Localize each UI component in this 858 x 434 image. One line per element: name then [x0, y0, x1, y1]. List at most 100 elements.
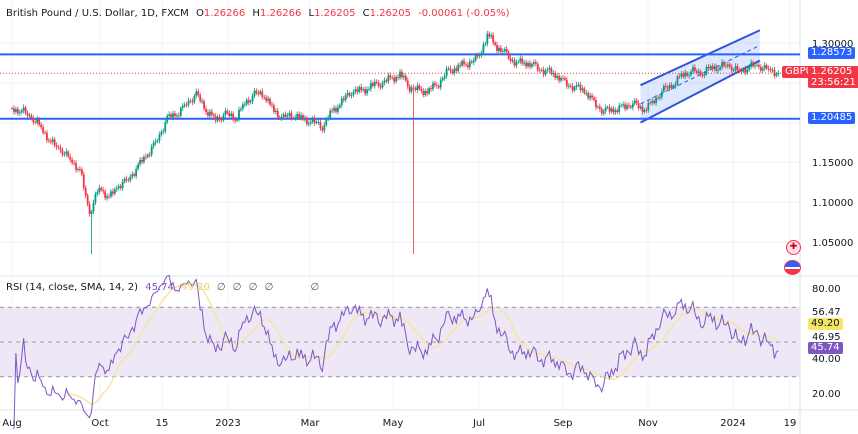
candle-body — [424, 90, 427, 95]
candle-body — [247, 99, 250, 103]
candle-body — [305, 118, 308, 125]
candle-body — [218, 116, 221, 120]
candle-body — [271, 104, 273, 106]
high-number: 1.26266 — [259, 8, 302, 19]
candle-body — [467, 64, 469, 68]
candle-body — [317, 122, 320, 123]
candle-body — [614, 110, 617, 113]
candle-body — [688, 74, 690, 76]
candle-body — [680, 73, 683, 77]
candle-body — [550, 68, 553, 75]
rsi-axis-label: 56.47 — [812, 307, 841, 318]
candle-body — [329, 110, 332, 119]
candle-body — [222, 114, 225, 121]
candle-body — [79, 169, 81, 170]
candle-body — [241, 104, 244, 109]
rsi-title[interactable]: RSI (14, close, SMA, 14, 2) — [6, 282, 138, 293]
candle-body — [360, 86, 363, 91]
candle-body — [177, 115, 180, 117]
candle-body — [647, 102, 650, 111]
candle-body — [214, 116, 217, 121]
candle-body — [482, 44, 485, 53]
chart-canvas[interactable]: 1.300001.150001.100001.0500080.0020.0056… — [0, 0, 858, 434]
candle-body — [57, 146, 60, 148]
candle-body — [55, 145, 58, 147]
us-flag-icon[interactable] — [784, 260, 801, 275]
candle-body — [408, 86, 411, 92]
candle-body — [499, 47, 502, 52]
candle-body — [505, 49, 508, 52]
candle-body — [552, 73, 555, 75]
candle-body — [162, 131, 165, 133]
candle-body — [728, 64, 731, 67]
candle-body — [558, 75, 560, 81]
candle-body — [98, 187, 101, 192]
candle-body — [507, 51, 510, 59]
candle-body — [459, 64, 462, 66]
candle-body — [501, 51, 504, 53]
candle-body — [346, 93, 349, 96]
symbol-legend: British Pound / U.S. Dollar, 1D, FXCM O1… — [6, 8, 513, 19]
candle-body — [224, 110, 227, 115]
candle-body — [77, 169, 79, 171]
candle-body — [773, 69, 776, 76]
candle-body — [515, 62, 518, 66]
candle-body — [253, 90, 256, 96]
candle-body — [604, 107, 607, 112]
candle-body — [379, 86, 382, 88]
candle-body — [529, 62, 531, 67]
candle-body — [14, 109, 17, 112]
uk-flag-icon[interactable]: ✚ — [786, 240, 801, 255]
candle-body — [721, 62, 723, 68]
candle-body — [443, 76, 446, 79]
candle-body — [255, 90, 258, 94]
candle-body — [428, 88, 430, 94]
candle-body — [527, 62, 529, 67]
time-axis-label: May — [383, 418, 404, 429]
rsi-empty-value: ∅ — [248, 282, 258, 293]
symbol-title[interactable]: British Pound / U.S. Dollar, 1D, FXCM — [6, 8, 189, 19]
candle-body — [212, 114, 215, 117]
candle-body — [457, 64, 460, 71]
candle-body — [350, 95, 353, 96]
candle-body — [585, 93, 588, 94]
candle-body — [133, 174, 136, 176]
candle-body — [63, 153, 66, 155]
candle-body — [111, 191, 114, 194]
candle-body — [595, 99, 597, 108]
candle-body — [358, 86, 361, 92]
candle-body — [88, 204, 91, 214]
candle-body — [556, 75, 559, 78]
candle-body — [164, 122, 167, 132]
candle-body — [684, 72, 687, 77]
candle-body — [406, 80, 409, 87]
candle-body — [393, 77, 396, 82]
candle-body — [208, 111, 211, 116]
candle-body — [705, 66, 708, 74]
last-price: 1.26205 — [811, 66, 853, 77]
candle-body — [16, 109, 19, 114]
candle-body — [273, 105, 275, 112]
candle-body — [335, 107, 337, 112]
candle-body — [191, 101, 194, 103]
candle-body — [371, 83, 374, 86]
candle-body — [117, 186, 120, 189]
rsi-axis-label: 80.00 — [812, 284, 841, 295]
candle-body — [765, 65, 768, 69]
candle-body — [267, 98, 269, 101]
candle-body — [618, 105, 621, 112]
candle-body — [752, 62, 754, 67]
candle-body — [44, 132, 46, 134]
candle-body — [364, 89, 366, 94]
rsi-legend: RSI (14, close, SMA, 14, 2) 45.74 49.20 … — [6, 282, 323, 293]
candle-body — [480, 52, 483, 56]
candle-body — [100, 187, 103, 191]
candle-body — [205, 108, 207, 113]
candle-body — [174, 113, 176, 117]
candle-body — [672, 86, 675, 88]
candle-body — [655, 97, 657, 104]
candle-body — [602, 111, 605, 114]
rsi-value-tag: 45.74 — [808, 342, 843, 354]
candle-body — [548, 68, 551, 70]
candle-body — [263, 96, 266, 98]
